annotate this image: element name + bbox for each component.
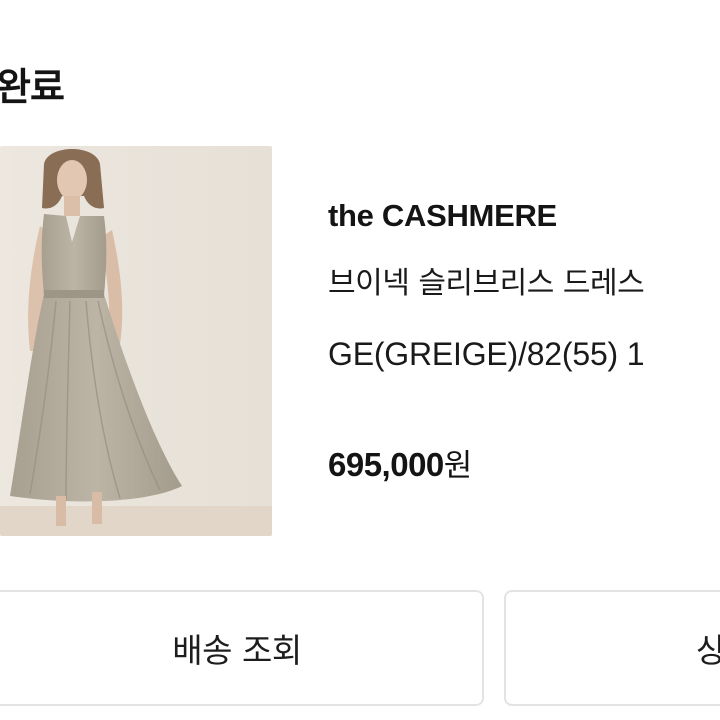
track-delivery-label: 배송 조회 — [172, 631, 302, 670]
product-option: GE(GREIGE)/82(55) 1 — [328, 336, 645, 372]
page-title: 완료 — [0, 65, 65, 109]
order-complete-screen: 완료 the CASHMERE 브이넥 슬리브리스 드레스 GE(GREIGE)… — [0, 0, 720, 720]
order-detail-label: 상 — [696, 631, 720, 670]
product-brand: the CASHMERE — [328, 198, 557, 233]
track-delivery-button[interactable]: 배송 조회 — [0, 590, 484, 706]
product-price: 695,000원 — [328, 440, 472, 485]
order-detail-button[interactable]: 상 — [504, 590, 720, 706]
dress-photo-icon — [0, 146, 272, 536]
price-currency: 원 — [443, 448, 473, 484]
product-name[interactable]: 브이넥 슬리브리스 드레스 — [328, 258, 645, 302]
price-amount: 695,000 — [328, 446, 444, 483]
product-image[interactable] — [0, 146, 272, 536]
